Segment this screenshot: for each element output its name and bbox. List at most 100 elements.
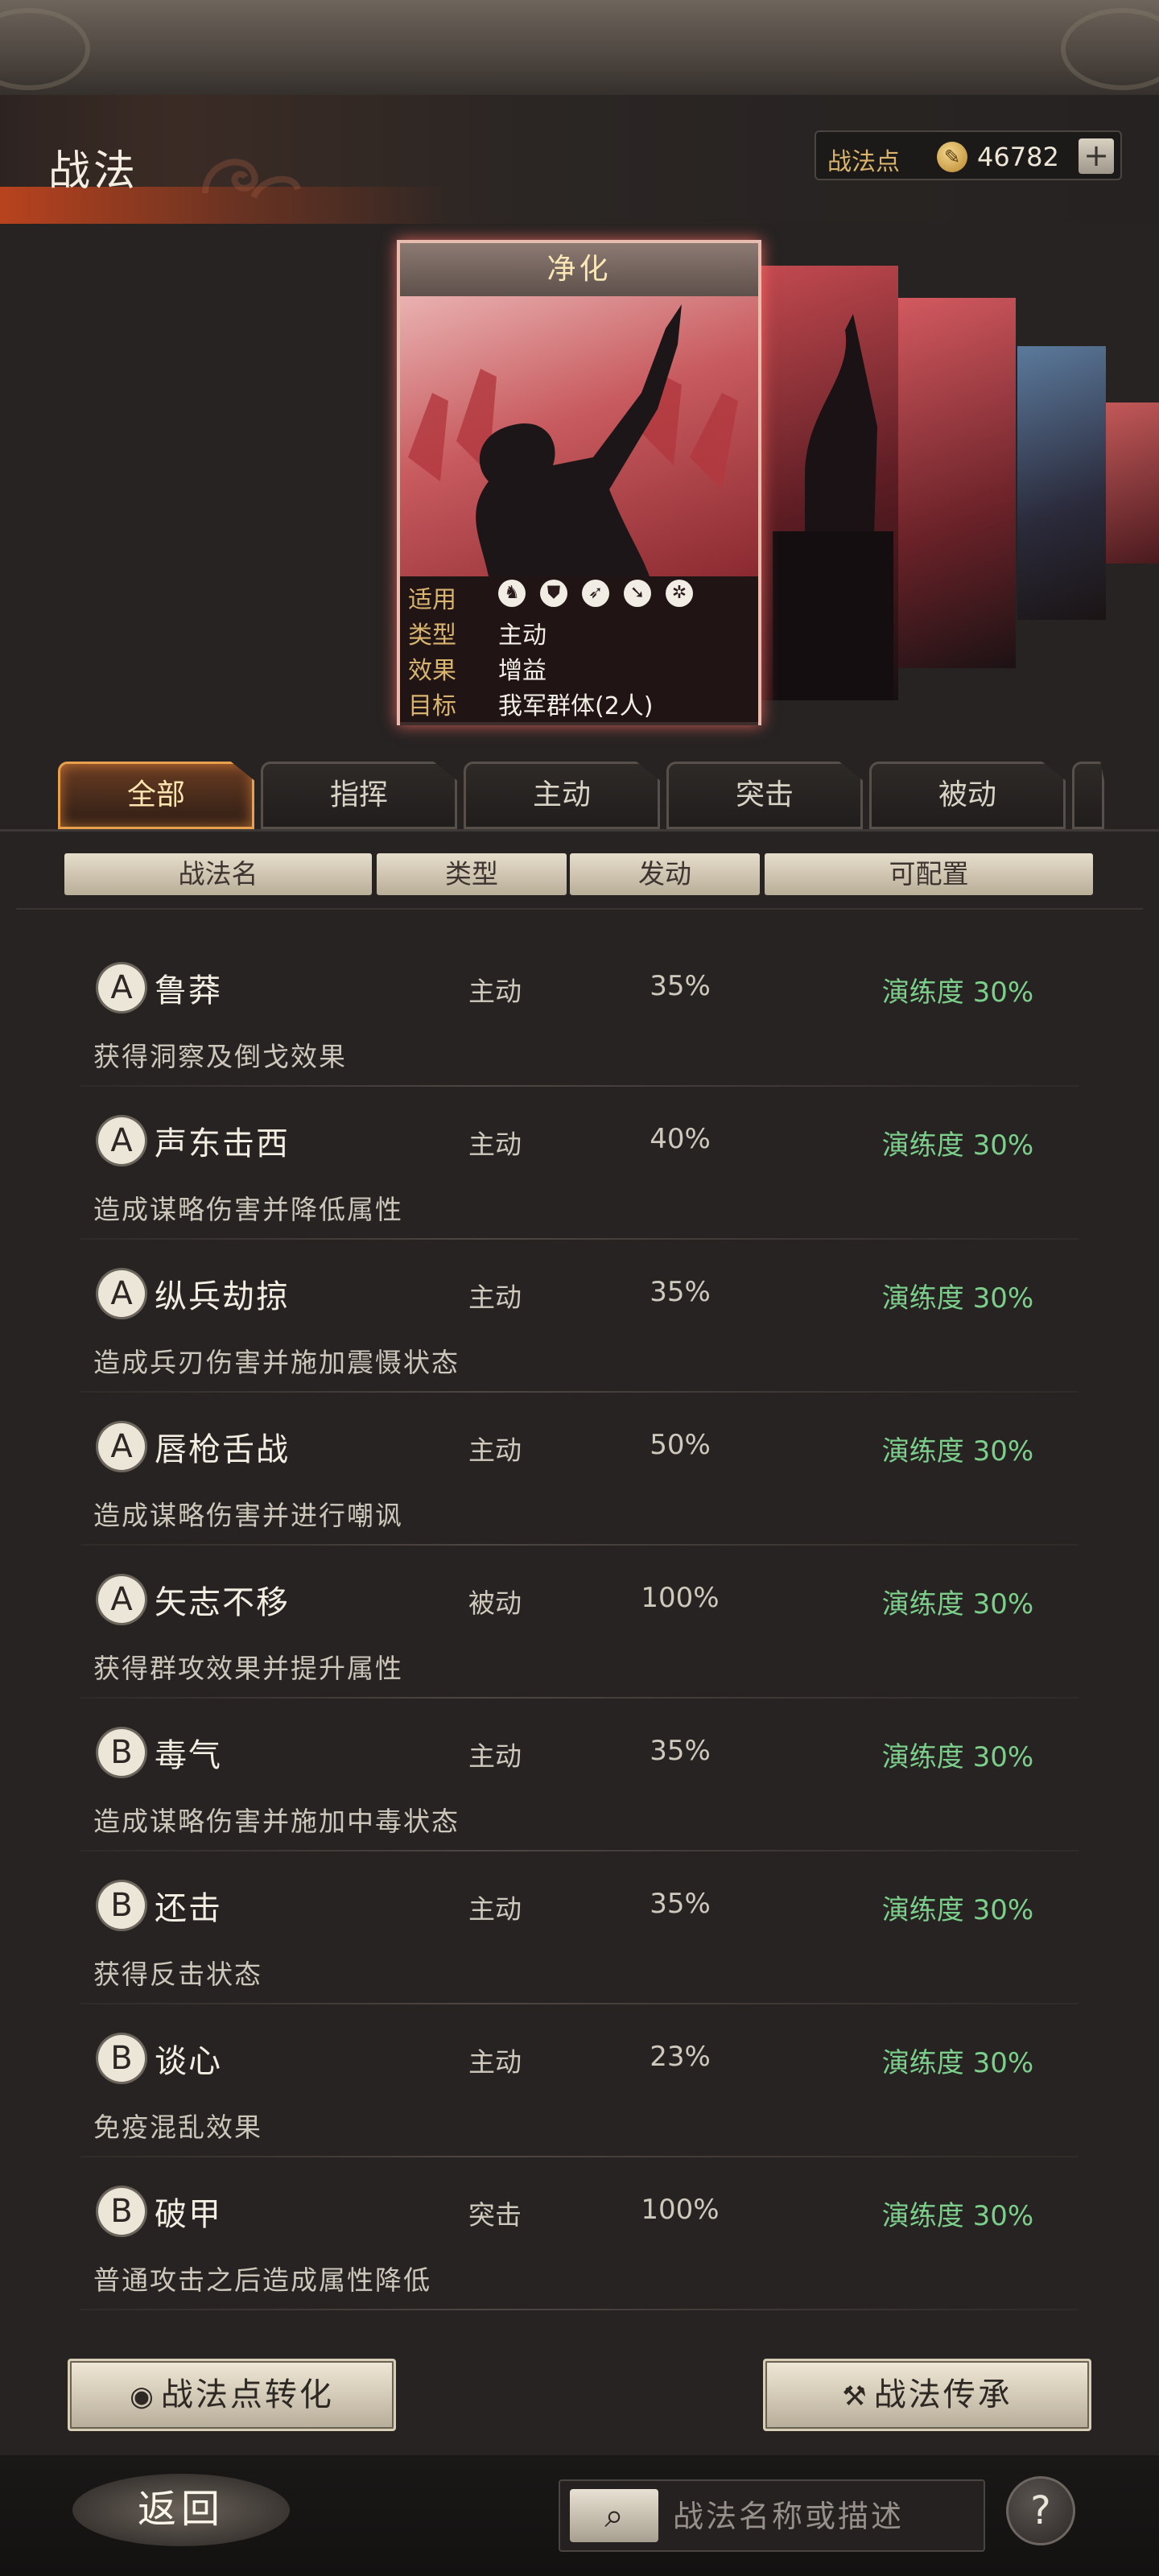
column-header-type[interactable]: 类型 — [377, 853, 567, 895]
cavalry-icon: ♞ — [498, 580, 526, 607]
info-value: 我军群体(2人) — [498, 692, 654, 720]
info-key: 适用 — [408, 586, 456, 614]
list-item[interactable]: B 谈心 主动 23% 演练度 30% 免疫混乱效果 — [80, 2004, 1079, 2157]
points-value: 46782 — [977, 142, 1059, 172]
filter-tabs: 全部 指挥 主动 突击 被动 — [58, 762, 1159, 831]
shield-icon: ⛊ — [540, 580, 567, 607]
tabs-divider — [0, 829, 1159, 832]
inherit-skill-label: 战法传承 — [873, 2376, 1013, 2413]
convert-points-button[interactable]: ◉ 战法点转化 — [68, 2359, 396, 2431]
list-divider — [16, 908, 1143, 910]
skill-list[interactable]: A 鲁莽 主动 35% 演练度 30% 获得洞察及倒戈效果 A 声东击西 主动 … — [0, 934, 1159, 2343]
grade-badge: B — [98, 1882, 145, 1929]
list-item[interactable]: A 矢志不移 被动 100% 演练度 30% 获得群攻效果并提升属性 — [80, 1546, 1079, 1699]
tactic-points-box: 战法点 ✎ 46782 + — [815, 130, 1122, 180]
grade-badge: B — [98, 2188, 145, 2235]
skill-training: 演练度 30% — [881, 1129, 1034, 1162]
tab-assault[interactable]: 突击 — [666, 762, 863, 829]
featured-skill-card[interactable]: 净化 适用 ♞ ⛊ ➶ ➘ ✲ 类型 主动 效果 增益 目标 我军群体(2人) — [397, 240, 761, 725]
info-key: 效果 — [408, 657, 456, 685]
skill-rate: 100% — [641, 1582, 720, 1614]
list-item[interactable]: A 鲁莽 主动 35% 演练度 30% 获得洞察及倒戈效果 — [80, 934, 1079, 1087]
column-header-config[interactable]: 可配置 — [765, 853, 1093, 895]
skill-type: 主动 — [468, 1282, 522, 1313]
skill-type: 主动 — [468, 976, 522, 1007]
bow-icon: ➶ — [582, 580, 609, 607]
tab-all[interactable]: 全部 — [58, 762, 254, 829]
grade-badge: B — [98, 2035, 145, 2082]
list-item[interactable]: A 唇枪舌战 主动 50% 演练度 30% 造成谋略伤害并进行嘲讽 — [80, 1393, 1079, 1546]
column-header-rate[interactable]: 发动 — [570, 853, 760, 895]
top-decoration — [0, 0, 1159, 95]
cloud-swirl-icon — [202, 159, 301, 199]
skill-description: 造成谋略伤害并施加中毒状态 — [93, 1806, 460, 1837]
tab-command[interactable]: 指挥 — [261, 762, 457, 829]
info-value: 主动 — [498, 621, 547, 650]
skill-training: 演练度 30% — [881, 1588, 1034, 1620]
info-key: 目标 — [408, 692, 456, 720]
skill-name: 矢志不移 — [155, 1584, 290, 1621]
skill-card-back-3[interactable] — [1017, 346, 1106, 620]
skill-type: 主动 — [468, 1893, 522, 1925]
skill-type: 突击 — [468, 2199, 522, 2231]
skill-card-back-1[interactable] — [757, 266, 898, 700]
column-header-name[interactable]: 战法名 — [64, 853, 372, 895]
skill-name: 还击 — [155, 1890, 222, 1927]
convert-points-label: 战法点转化 — [160, 2376, 334, 2413]
card-title: 净化 — [547, 253, 612, 286]
inherit-skill-button[interactable]: ⚒ 战法传承 — [763, 2359, 1091, 2431]
info-key: 类型 — [408, 621, 456, 650]
page-title: 战法 — [48, 147, 139, 196]
grade-badge: A — [98, 964, 145, 1011]
search-input[interactable] — [673, 2494, 979, 2539]
unit-type-icons: ♞ ⛊ ➶ ➘ ✲ — [498, 580, 693, 607]
warrior-silhouette-icon — [408, 304, 738, 576]
skill-type: 主动 — [468, 1740, 522, 1772]
add-points-button[interactable]: + — [1079, 138, 1114, 174]
grade-badge: A — [98, 1423, 145, 1470]
skill-training: 演练度 30% — [881, 1435, 1034, 1468]
skill-type: 主动 — [468, 1129, 522, 1160]
archer-silhouette-icon — [773, 314, 893, 700]
list-item[interactable]: B 还击 主动 35% 演练度 30% 获得反击状态 — [80, 1852, 1079, 2004]
wheel-icon: ✲ — [666, 580, 693, 607]
tab-passive[interactable]: 被动 — [869, 762, 1066, 829]
skill-description: 获得反击状态 — [93, 1959, 262, 1990]
skill-type: 主动 — [468, 1435, 522, 1466]
back-button[interactable]: 返回 — [72, 2474, 290, 2546]
skill-rate: 23% — [650, 2041, 711, 2073]
skill-name: 纵兵劫掠 — [155, 1278, 290, 1315]
spear-icon: ➘ — [624, 580, 651, 607]
grade-badge: A — [98, 1117, 145, 1164]
flame-icon: ◉ — [130, 2380, 156, 2413]
skill-name: 毒气 — [155, 1737, 222, 1774]
skill-description: 获得洞察及倒戈效果 — [93, 1041, 347, 1072]
skill-name: 唇枪舌战 — [155, 1431, 290, 1468]
skill-card-back-2[interactable] — [893, 298, 1016, 668]
points-label: 战法点 — [827, 148, 900, 176]
list-item[interactable]: A 纵兵劫掠 主动 35% 演练度 30% 造成兵刃伤害并施加震慑状态 — [80, 1240, 1079, 1393]
skill-rate: 100% — [641, 2194, 720, 2226]
help-button[interactable]: ? — [1006, 2476, 1075, 2545]
card-title-bar: 净化 — [400, 243, 758, 296]
info-value: 增益 — [498, 657, 547, 685]
skill-description: 造成谋略伤害并进行嘲讽 — [93, 1500, 403, 1531]
skill-description: 获得群攻效果并提升属性 — [93, 1653, 403, 1684]
card-artwork — [400, 296, 758, 576]
skill-type: 主动 — [468, 2046, 522, 2078]
skill-type: 被动 — [468, 1587, 522, 1619]
search-icon[interactable]: ⌕ — [570, 2489, 658, 2542]
list-item[interactable]: A 声东击西 主动 40% 演练度 30% 造成谋略伤害并降低属性 — [80, 1087, 1079, 1240]
list-item[interactable]: B 破甲 突击 100% 演练度 30% 普通攻击之后造成属性降低 — [80, 2157, 1079, 2310]
grade-badge: A — [98, 1576, 145, 1623]
skill-name: 声东击西 — [155, 1125, 290, 1162]
tab-active[interactable]: 主动 — [464, 762, 660, 829]
skill-description: 普通攻击之后造成属性降低 — [93, 2264, 431, 2296]
grade-badge: B — [98, 1729, 145, 1776]
tab-overflow[interactable] — [1072, 762, 1104, 829]
card-info-panel: 适用 ♞ ⛊ ➶ ➘ ✲ 类型 主动 效果 增益 目标 我军群体(2人) — [400, 576, 758, 725]
skill-training: 演练度 30% — [881, 2200, 1034, 2232]
skill-training: 演练度 30% — [881, 2047, 1034, 2079]
list-item[interactable]: B 毒气 主动 35% 演练度 30% 造成谋略伤害并施加中毒状态 — [80, 1699, 1079, 1852]
skill-training: 演练度 30% — [881, 1741, 1034, 1773]
